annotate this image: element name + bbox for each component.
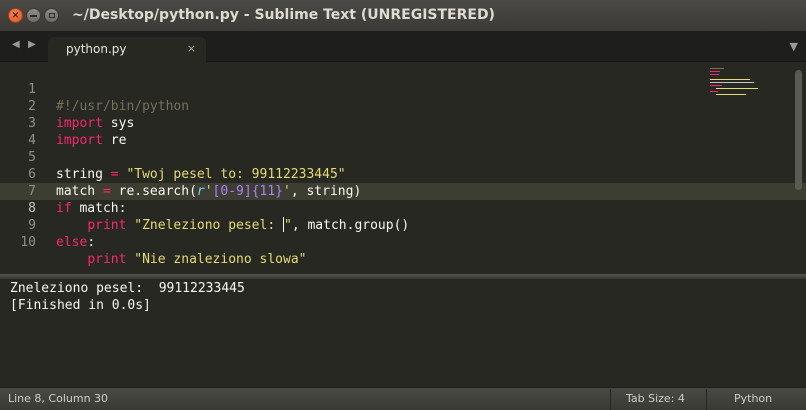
code-line[interactable]: 7 if match: xyxy=(0,166,700,216)
code-line[interactable]: 2 import sys xyxy=(0,81,700,131)
maximize-icon[interactable] xyxy=(44,8,59,23)
code-line[interactable]: 1 #!/usr/bin/python xyxy=(0,64,700,114)
tab-label: python.py xyxy=(66,42,127,56)
tab-python-py[interactable]: python.py × xyxy=(48,37,206,62)
code-lines[interactable]: 1 #!/usr/bin/python 2 import sys 3 impor… xyxy=(0,64,700,267)
line-number: 10 xyxy=(20,235,36,250)
code-editor[interactable]: 1 #!/usr/bin/python 2 import sys 3 impor… xyxy=(0,62,806,274)
editor-scrollbar[interactable] xyxy=(795,70,802,190)
minimap[interactable] xyxy=(708,66,768,106)
code-line[interactable]: 9 else: xyxy=(0,200,700,250)
code-line[interactable]: 5 string = "Twoj pesel to: 99112233445" xyxy=(0,132,700,182)
code-text: : xyxy=(87,235,96,250)
code-line[interactable]: 6 match = re.search(r'[0-9]{11}', string… xyxy=(0,149,700,199)
output-line: Zneleziono pesel: 99112233445 xyxy=(10,281,245,296)
code-line[interactable]: 10 print "Nie znaleziono slowa" xyxy=(0,217,700,267)
build-output-panel[interactable]: Zneleziono pesel: 99112233445 [Finished … xyxy=(0,279,806,387)
output-line: [Finished in 0.0s] xyxy=(10,298,151,313)
minimize-icon[interactable] xyxy=(26,8,41,23)
tab-prev-icon[interactable]: ◀ xyxy=(12,39,20,50)
status-divider xyxy=(706,389,707,410)
code-line-current[interactable]: 8 print "Zneleziono pesel: ", match.grou… xyxy=(0,183,700,233)
syntax-selector[interactable]: Python xyxy=(734,392,772,405)
tab-bar: ◀ ▶ python.py × ▼ xyxy=(0,32,806,62)
tab-list-dropdown-icon[interactable]: ▼ xyxy=(790,40,798,53)
status-divider xyxy=(610,389,611,410)
title-bar[interactable]: × ~/Desktop/python.py - Sublime Text (UN… xyxy=(0,0,806,32)
code-keyword: print xyxy=(87,252,127,267)
window-title: ~/Desktop/python.py - Sublime Text (UNRE… xyxy=(72,7,495,23)
code-line[interactable]: 4 xyxy=(0,115,700,148)
close-icon[interactable]: × xyxy=(8,8,23,23)
tab-close-icon[interactable]: × xyxy=(187,42,196,55)
tab-next-icon[interactable]: ▶ xyxy=(28,39,36,50)
tab-size-selector[interactable]: Tab Size: 4 xyxy=(626,392,685,405)
sublime-window: × ~/Desktop/python.py - Sublime Text (UN… xyxy=(0,0,806,410)
status-bar: Line 8, Column 30 Tab Size: 4 Python xyxy=(0,387,806,410)
code-string: "Nie znaleziono slowa" xyxy=(126,252,307,267)
code-line[interactable]: 3 import re xyxy=(0,98,700,148)
cursor-position: Line 8, Column 30 xyxy=(8,392,109,405)
